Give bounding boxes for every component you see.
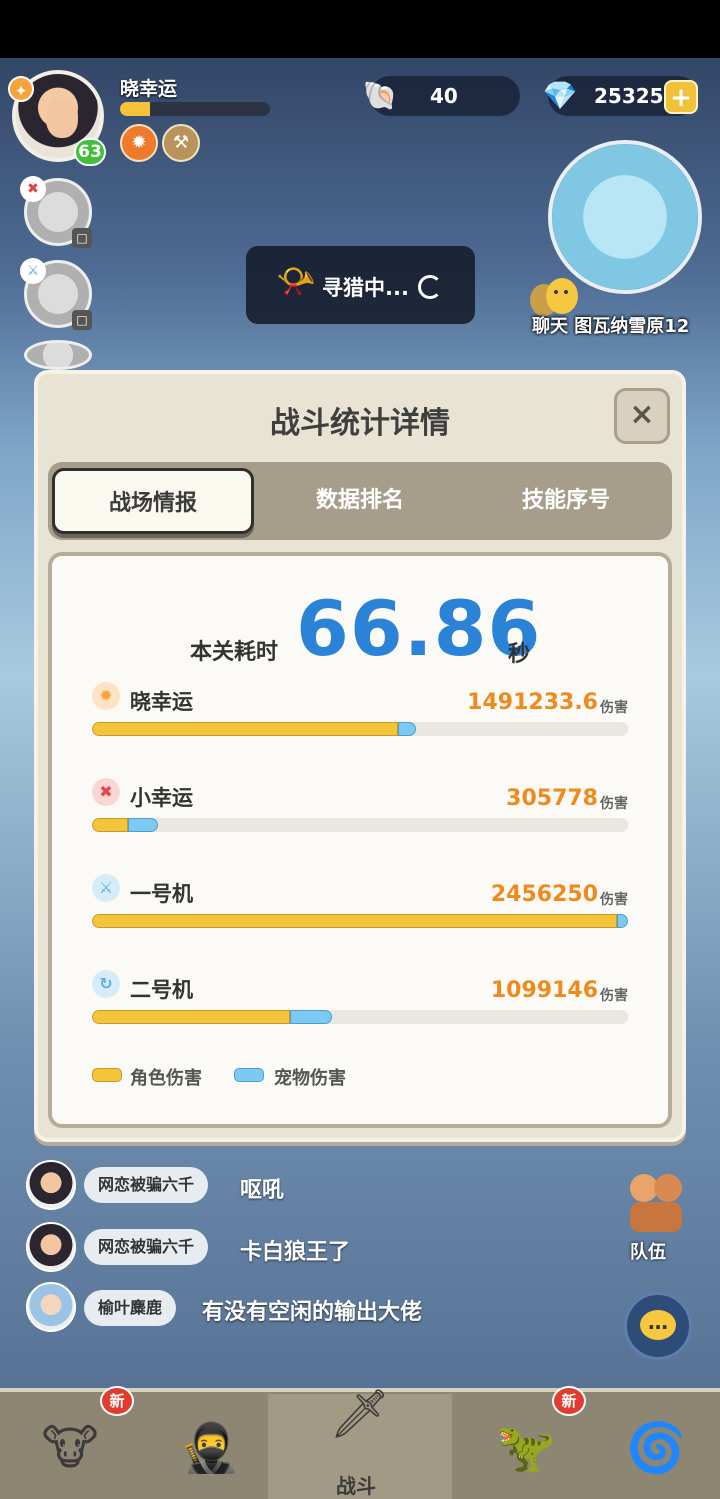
tab-data-ranking[interactable]: 数据排名 (260, 468, 460, 534)
team-label[interactable]: 队伍 (630, 1238, 666, 1264)
player-name: 晓幸运 (120, 78, 178, 100)
damage-bar (92, 722, 628, 736)
row-player-name: 晓幸运 (130, 690, 193, 714)
row-damage-unit: 伤害 (600, 796, 628, 812)
loading-spinner-icon (418, 275, 442, 299)
fire-icon: ✹ (92, 682, 120, 710)
pet-damage-fill (290, 1010, 332, 1024)
chat-avatar[interactable] (26, 1222, 76, 1272)
time-label: 本关耗时 (190, 640, 279, 665)
location-label[interactable]: 聊天 图瓦纳雪原12 (532, 312, 689, 338)
player-level-badge: 63 (74, 138, 106, 166)
character-damage-fill (92, 914, 618, 928)
pearl-shell-icon: 🐚 (362, 79, 398, 112)
crystal-count: 25325 (594, 84, 664, 108)
chat-username[interactable]: 网恋被骗六千 (84, 1229, 209, 1265)
close-button[interactable]: × (614, 388, 670, 444)
team-icon (630, 1174, 682, 1232)
sword-icon: ⚔ (92, 874, 120, 902)
chat-avatar[interactable] (26, 1282, 76, 1332)
buff-fire-icon[interactable]: ✹ (120, 124, 158, 162)
row-damage-unit: 伤害 (600, 988, 628, 1004)
offline-icon: □ (72, 310, 92, 330)
buff-axe-icon[interactable]: ⚒ (162, 124, 200, 162)
chat-message: 有没有空闲的输出大佬 (202, 1300, 423, 1325)
pet-damage-fill (397, 722, 417, 736)
row-damage-value: 1491233.6 (467, 690, 598, 715)
damage-bar (92, 914, 628, 928)
new-badge: 新 (552, 1386, 586, 1416)
row-player-name: 一号机 (130, 882, 193, 906)
nav-portal-icon[interactable]: 🌀 (606, 1398, 706, 1498)
character-damage-fill (92, 1010, 291, 1024)
time-value: 66.86 (296, 584, 542, 673)
cross-icon: ✖ (92, 778, 120, 806)
chat-message: 卡白狼王了 (240, 1240, 351, 1265)
damage-bar (92, 1010, 628, 1024)
row-damage-value: 305778 (506, 786, 598, 811)
legend-pet-swatch (234, 1068, 264, 1082)
avatar-face (46, 98, 78, 138)
row-damage-unit: 伤害 (600, 700, 628, 716)
row-damage-unit: 伤害 (600, 892, 628, 908)
row-player-name: 二号机 (130, 978, 193, 1002)
status-bar (0, 0, 720, 58)
new-badge: 新 (100, 1386, 134, 1416)
damage-bar (92, 818, 628, 832)
pet-damage-fill (128, 818, 158, 832)
legend-character-swatch (92, 1068, 122, 1082)
chat-bubble-icon: … (640, 1310, 676, 1340)
chat-username[interactable]: 网恋被骗六千 (84, 1167, 209, 1203)
character-damage-fill (92, 818, 129, 832)
nav-battle-sword-icon[interactable]: 🗡 (310, 1364, 410, 1464)
chat-message: 呕吼 (240, 1178, 285, 1203)
tab-skill-order[interactable]: 技能序号 (466, 468, 666, 534)
nav-battle-label[interactable]: 战斗 (336, 1470, 376, 1499)
modal-title: 战斗统计详情 (270, 406, 450, 441)
teammate-avatar-3[interactable] (24, 340, 92, 370)
fire-icon: ✦ (8, 76, 34, 102)
row-damage-value: 2456250 (490, 882, 598, 907)
swirl-icon: ↻ (92, 970, 120, 998)
horn-icon: 📯 (276, 262, 316, 300)
crystal-shell-icon: 💎 (542, 79, 578, 112)
legend-pet-label: 宠物伤害 (274, 1068, 346, 1089)
nav-hero-icon[interactable]: 🥷 (160, 1398, 260, 1498)
nav-character-icon[interactable]: 🐮 (20, 1398, 120, 1498)
add-currency-button[interactable]: + (664, 80, 698, 114)
chat-username[interactable]: 榆叶麋鹿 (84, 1290, 177, 1326)
hunting-text: 寻猎中... (322, 276, 409, 300)
character-damage-fill (92, 722, 398, 736)
location-name: 图瓦纳雪原12 (574, 316, 690, 337)
legend-character-label: 角色伤害 (130, 1068, 202, 1089)
chat-label[interactable]: 聊天 (532, 316, 568, 337)
row-player-name: 小幸运 (130, 786, 193, 810)
pearl-count: 40 (430, 84, 458, 108)
sword-icon: ⚔ (20, 258, 46, 284)
xp-bar (120, 102, 270, 116)
cross-icon: ✖ (20, 176, 46, 202)
time-unit: 秒 (508, 642, 531, 667)
tab-battle-info[interactable]: 战场情报 (52, 468, 254, 534)
row-damage-value: 1099146 (490, 978, 598, 1003)
offline-icon: □ (72, 228, 92, 248)
minimap[interactable] (548, 140, 702, 294)
xp-fill (120, 102, 150, 116)
chat-avatar[interactable] (26, 1160, 76, 1210)
